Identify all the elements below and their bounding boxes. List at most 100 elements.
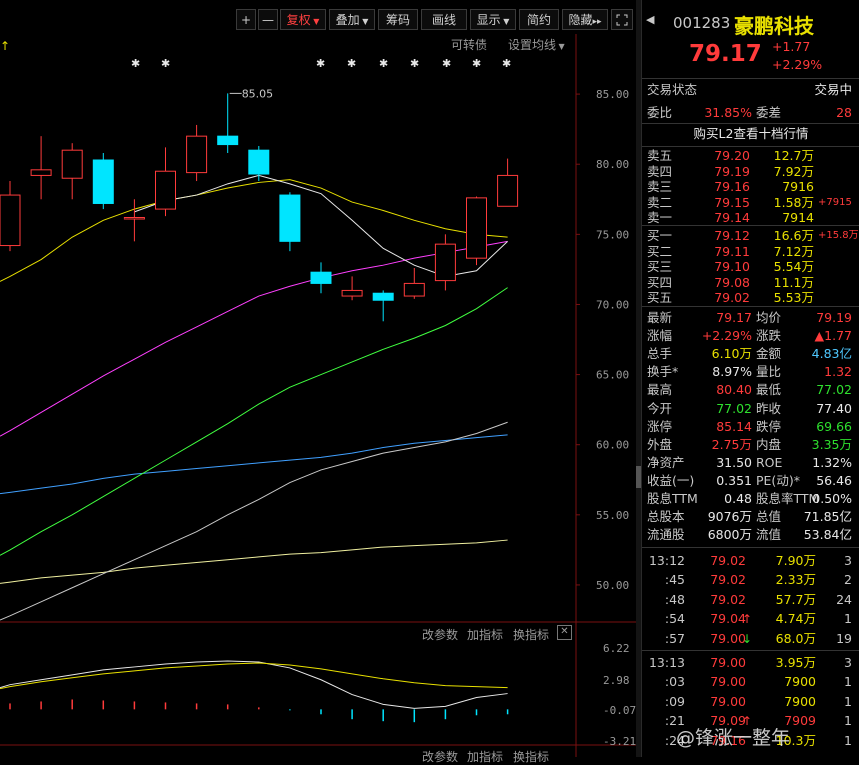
stat-label: 最低 bbox=[756, 382, 782, 398]
stat-value: 0.50% bbox=[812, 491, 852, 506]
stat-label: 涨跌 bbox=[756, 328, 782, 344]
weibi-value: 31.85% bbox=[704, 105, 752, 120]
chouma-button[interactable]: 筹码 bbox=[378, 9, 418, 30]
ma250-line bbox=[0, 539, 508, 584]
level-volume: 5.53万 bbox=[773, 290, 814, 306]
y-tick-label: 80.00 bbox=[596, 158, 629, 171]
l2-banner[interactable]: 购买L2查看十档行情 bbox=[642, 125, 859, 143]
tick-count: 19 bbox=[836, 630, 852, 646]
stat-label: 最高 bbox=[647, 382, 673, 398]
status-label: 交易状态 bbox=[647, 82, 698, 97]
zoom-out-button[interactable]: — bbox=[258, 9, 278, 30]
jianyue-button[interactable]: 简约 bbox=[519, 9, 559, 30]
sub-params-button[interactable]: 改参数 bbox=[422, 626, 458, 643]
price-change: +1.77 bbox=[772, 39, 811, 54]
weibi-label: 委比 bbox=[647, 105, 673, 120]
candle-body bbox=[466, 197, 487, 259]
y-tick-label: 55.00 bbox=[596, 509, 629, 522]
tick-count: 24 bbox=[836, 591, 852, 607]
stat-value: 2.75万 bbox=[711, 436, 752, 452]
level-label: 卖一 bbox=[647, 210, 673, 226]
candle-body bbox=[61, 149, 83, 179]
event-star-icon: ✱ bbox=[442, 57, 451, 70]
level-label: 买二 bbox=[647, 243, 673, 259]
stats-row: 最高 80.40 最低 77.02 bbox=[642, 381, 859, 399]
yincang-label: 隐藏 bbox=[568, 13, 593, 27]
arrow-up-icon: ↑ bbox=[742, 612, 753, 627]
sub-add-button[interactable]: 加指标 bbox=[467, 626, 503, 643]
stat-value: 77.02 bbox=[816, 382, 852, 398]
stat-label: 股息TTM bbox=[647, 491, 698, 506]
sub-switch-button[interactable]: 换指标 bbox=[513, 626, 549, 643]
stats-row: 流通股 6800万 流值 53.84亿 bbox=[642, 526, 859, 544]
stat-label: 外盘 bbox=[647, 436, 673, 452]
sell-level-row: 卖三 79.16 7916 bbox=[642, 179, 859, 195]
stat-label: 量比 bbox=[756, 364, 782, 380]
level-volume: 7.12万 bbox=[773, 243, 814, 259]
sell-level-row: 卖五 79.20 12.7万 bbox=[642, 148, 859, 164]
tick-volume: 68.0万 bbox=[775, 630, 816, 646]
stat-value: 80.40 bbox=[716, 382, 752, 398]
candle-body bbox=[403, 282, 425, 297]
tick-count: 2 bbox=[844, 572, 852, 588]
tick-row: :57 79.00 68.0万 ↓ 19 bbox=[642, 630, 859, 648]
xianshi-button[interactable]: 显示 ▼ bbox=[470, 9, 516, 30]
tick-price: 79.02 bbox=[710, 553, 746, 568]
stat-value: 6800万 bbox=[707, 527, 752, 543]
level-label: 买四 bbox=[647, 274, 673, 290]
stat-value: 31.50 bbox=[716, 454, 752, 470]
stats-row: 收益(一) 0.351 PE(动)* 56.46 bbox=[642, 472, 859, 490]
candle-body bbox=[123, 217, 145, 220]
stat-label: 流通股 bbox=[647, 527, 685, 543]
y-tick-label: 75.00 bbox=[596, 228, 629, 241]
stat-value: 9076万 bbox=[707, 509, 752, 525]
stats-row: 净资产 31.50 ROE 1.32% bbox=[642, 454, 859, 472]
huaxian-button[interactable]: 画线 bbox=[421, 9, 467, 30]
tick-row: :45 79.02 2.33万 2 bbox=[642, 571, 859, 589]
tick-count: 1 bbox=[844, 693, 852, 709]
ma10-line bbox=[0, 179, 508, 282]
diejia-button[interactable]: 叠加 ▼ bbox=[329, 9, 375, 30]
stat-value: 3.35万 bbox=[811, 436, 852, 452]
buy-level-row: 买三 79.10 5.54万 bbox=[642, 259, 859, 275]
kline-chart[interactable]: 85.00 80.00 75.00 70.00 65.00 60.00 55.00 50.00… bbox=[0, 34, 636, 757]
weibi-row: 委比 31.85% 委差 28 bbox=[642, 104, 859, 122]
level-price: 79.02 bbox=[714, 290, 750, 306]
yincang-button[interactable]: 隐藏▸▸ bbox=[562, 9, 608, 30]
candle-body bbox=[279, 194, 301, 242]
candle-body bbox=[0, 194, 21, 247]
stat-label: 收益(一) bbox=[647, 472, 695, 488]
sell-level-row: 卖四 79.19 7.92万 bbox=[642, 164, 859, 180]
high-marker-label: 85.05 bbox=[242, 87, 274, 100]
stat-value: ▲1.77 bbox=[814, 328, 852, 344]
level-label: 卖五 bbox=[647, 148, 673, 163]
stats-row: 总股本 9076万 总值 71.85亿 bbox=[642, 508, 859, 526]
stat-value: 6.10万 bbox=[711, 346, 752, 362]
stat-label: 总手 bbox=[647, 346, 673, 362]
tick-volume: 2.33万 bbox=[775, 572, 816, 588]
event-star-icon: ✱ bbox=[502, 57, 511, 70]
arrow-up-icon: ↑ bbox=[0, 39, 10, 53]
watermark: @锋涨一整年 bbox=[676, 727, 791, 749]
level-label: 卖三 bbox=[647, 179, 673, 195]
stats-row: 涨停 85.14 跌停 69.66 bbox=[642, 418, 859, 436]
tick-row: 13:12 79.02 7.90万 3 bbox=[642, 552, 859, 570]
stat-value: 4.83亿 bbox=[811, 346, 852, 362]
level-price: 79.16 bbox=[714, 179, 750, 195]
level-price: 79.20 bbox=[714, 148, 750, 163]
tick-price: 79.02 bbox=[710, 572, 746, 588]
chevron-down-icon: ▼ bbox=[500, 17, 510, 26]
buy-level-row: 买四 79.08 11.1万 bbox=[642, 275, 859, 291]
tick-time: :09 bbox=[664, 693, 685, 709]
fuquan-button[interactable]: 复权 ▼ bbox=[280, 9, 326, 30]
prev-stock-icon[interactable]: ◀ bbox=[646, 13, 654, 26]
dea-line bbox=[0, 662, 508, 690]
close-icon[interactable]: ✕ bbox=[557, 625, 572, 640]
expand-icon[interactable] bbox=[611, 9, 633, 30]
zoom-in-button[interactable]: + bbox=[236, 9, 256, 30]
stats-row: 外盘 2.75万 内盘 3.35万 bbox=[642, 436, 859, 454]
stat-label: 昨收 bbox=[756, 400, 782, 416]
stat-value: 77.02 bbox=[716, 400, 752, 416]
stat-label: 涨停 bbox=[647, 418, 673, 434]
stat-label: 跌停 bbox=[756, 418, 782, 434]
